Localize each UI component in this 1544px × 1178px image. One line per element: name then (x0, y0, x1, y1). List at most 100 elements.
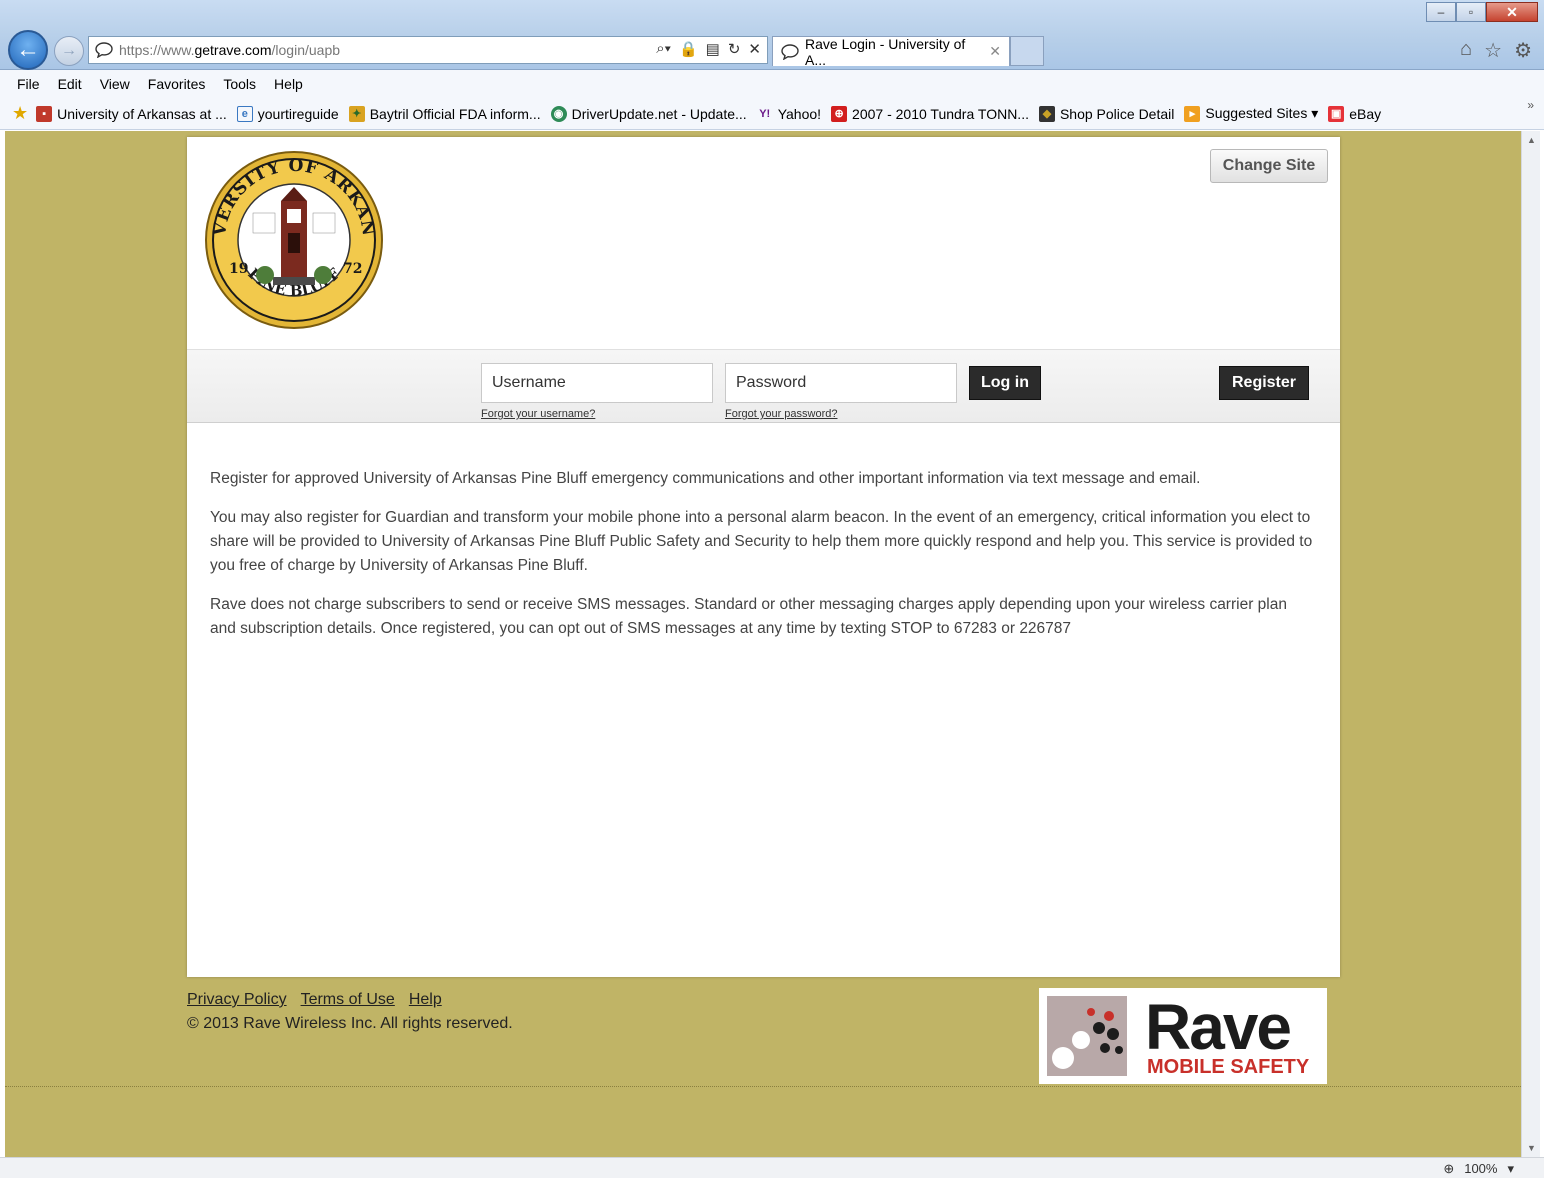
menu-bar: File Edit View Favorites Tools Help (0, 70, 1544, 98)
url-scheme: https://www. (119, 42, 195, 58)
baytril-favicon-icon: ✦ (348, 105, 365, 122)
gear-icon[interactable]: ⚙ (1514, 38, 1532, 63)
favorite-yourtireguide[interactable]: e yourtireguide (236, 105, 339, 122)
address-tools: ⌕▾ 🔒 ▤ ↻ ✕ (656, 40, 761, 58)
close-window-button[interactable]: ✕ (1486, 2, 1538, 22)
close-tab-icon[interactable]: ✕ (989, 43, 1001, 60)
info-paragraph: Rave does not charge subscribers to send… (210, 596, 1287, 637)
password-input[interactable] (725, 363, 957, 403)
tab-title: Rave Login - University of A... (805, 35, 966, 68)
rave-dots-icon (1047, 996, 1127, 1076)
menu-edit[interactable]: Edit (58, 76, 82, 92)
compat-view-icon[interactable]: ▤ (706, 40, 720, 58)
rave-mobile-safety-logo: Rave MOBILE SAFETY (1039, 988, 1327, 1084)
terms-of-use-link[interactable]: Terms of Use (301, 991, 395, 1009)
browser-right-icons: ⌂ ☆ ⚙ (1460, 38, 1532, 63)
login-bar: Forgot your username? Forgot your passwo… (187, 349, 1340, 423)
footer-links: Privacy Policy Terms of Use Help (187, 991, 442, 1009)
info-text: Register for approved University of Arka… (210, 467, 1315, 656)
forgot-password-link[interactable]: Forgot your password? (725, 408, 838, 420)
minimize-icon: – (1437, 5, 1445, 19)
footer-divider (5, 1086, 1521, 1087)
change-site-button[interactable]: Change Site (1210, 149, 1328, 183)
minimize-button[interactable]: – (1426, 2, 1456, 22)
login-card: Change Site UNIVERSITY OF ARKANSAS PINE … (187, 137, 1340, 977)
favorite-label: University of Arkansas at ... (57, 105, 227, 122)
favorite-driverupdate[interactable]: ◉ DriverUpdate.net - Update... (550, 105, 747, 122)
zoom-control[interactable]: ⊕ 100% ▾ (1443, 1161, 1514, 1177)
add-favorites-star-icon[interactable]: ★ (12, 103, 28, 124)
status-bar: ⊕ 100% ▾ (0, 1157, 1544, 1178)
rave-wordmark: Rave (1145, 991, 1292, 1063)
favorite-yahoo[interactable]: Y! Yahoo! (757, 106, 821, 122)
stop-icon[interactable]: ✕ (748, 40, 761, 58)
seal-right-number: 72 (343, 261, 362, 277)
help-link[interactable]: Help (409, 991, 442, 1009)
url-path: /login/uapb (271, 42, 341, 58)
restore-icon: ▫ (1468, 5, 1474, 19)
favorite-label: Yahoo! (777, 105, 822, 122)
username-input[interactable] (481, 363, 713, 403)
chevron-right-icon[interactable]: » (1527, 98, 1534, 112)
zoom-level: 100% (1464, 1161, 1498, 1176)
police-shop-icon: ◆ (1038, 105, 1055, 122)
favorite-tundra[interactable]: ⊕ 2007 - 2010 Tundra TONN... (831, 105, 1029, 122)
ie-page-icon: e (236, 105, 253, 122)
menu-favorites[interactable]: Favorites (148, 76, 206, 92)
forgot-username-link[interactable]: Forgot your username? (481, 408, 595, 420)
suggested-sites-icon: ▸ (1184, 105, 1201, 122)
toyota-icon: ⊕ (831, 105, 848, 122)
favorite-label: 2007 - 2010 Tundra TONN... (852, 105, 1029, 122)
address-bar[interactable]: https://www.getrave.com/login/uapb ⌕▾ 🔒 … (88, 36, 768, 64)
seal-left-number: 19 (229, 261, 248, 277)
info-paragraph: Register for approved University of Arka… (210, 470, 1201, 487)
copyright-text: © 2013 Rave Wireless Inc. All rights res… (187, 1015, 513, 1032)
refresh-icon[interactable]: ↻ (728, 40, 741, 58)
arrow-right-icon: → (61, 42, 77, 59)
lock-icon[interactable]: 🔒 (679, 40, 698, 58)
yahoo-icon: Y! (759, 107, 771, 120)
menu-tools[interactable]: Tools (223, 76, 256, 92)
uapb-favicon-icon: ▪ (36, 105, 53, 122)
favorites-star-icon[interactable]: ☆ (1484, 38, 1502, 63)
close-icon: ✕ (1506, 3, 1518, 20)
favorite-shop-police[interactable]: ◆ Shop Police Detail (1038, 105, 1175, 122)
back-button[interactable]: ← (8, 30, 48, 70)
search-icon[interactable]: ⌕▾ (656, 40, 671, 58)
restore-button[interactable]: ▫ (1456, 2, 1486, 22)
login-button[interactable]: Log in (969, 366, 1041, 400)
forward-button[interactable]: → (54, 36, 84, 66)
scroll-down-icon[interactable]: ▼ (1522, 1139, 1541, 1157)
vertical-scrollbar[interactable]: ▲ ▼ (1521, 131, 1540, 1157)
globe-icon: ◉ (550, 105, 567, 122)
privacy-policy-link[interactable]: Privacy Policy (187, 991, 287, 1009)
favorite-baytril[interactable]: ✦ Baytril Official FDA inform... (348, 105, 541, 122)
chevron-down-icon[interactable]: ▾ (1507, 1161, 1514, 1177)
zoom-magnifier-icon: ⊕ (1443, 1161, 1455, 1176)
favorite-suggested-sites[interactable]: ▸ Suggested Sites ▾ (1184, 105, 1318, 122)
menu-help[interactable]: Help (274, 76, 303, 92)
favorite-ebay[interactable]: ▣ eBay (1328, 105, 1382, 122)
scroll-up-icon[interactable]: ▲ (1522, 131, 1541, 149)
new-tab-button[interactable] (1010, 36, 1044, 66)
university-seal-logo: UNIVERSITY OF ARKANSAS PINE BLUFF 19 72 (203, 149, 383, 329)
favorite-label: Baytril Official FDA inform... (369, 105, 541, 122)
favorite-label: yourtireguide (257, 105, 339, 122)
favorites-bar: ★ ▪ University of Arkansas at ... e your… (0, 98, 1544, 130)
active-tab[interactable]: Rave Login - University of A... ✕ (772, 35, 1010, 68)
favorite-label: Suggested Sites ▾ (1205, 105, 1319, 121)
home-icon[interactable]: ⌂ (1460, 38, 1472, 63)
favorite-uapb[interactable]: ▪ University of Arkansas at ... (36, 105, 227, 122)
rave-tagline: MOBILE SAFETY (1147, 1056, 1310, 1078)
register-button[interactable]: Register (1219, 366, 1309, 400)
url-text: https://www.getrave.com/login/uapb (119, 42, 340, 58)
menu-view[interactable]: View (100, 76, 130, 92)
tab-bubble-icon (781, 43, 799, 60)
favorite-label: eBay (1349, 105, 1382, 122)
info-paragraph: You may also register for Guardian and t… (210, 509, 1313, 574)
favorite-label: Shop Police Detail (1059, 105, 1175, 122)
browser-titlebar: – ▫ ✕ ← → https://www.getrave.com/login/… (0, 0, 1544, 70)
ebay-icon: ▣ (1328, 105, 1345, 122)
window-controls: – ▫ ✕ (1426, 2, 1538, 22)
menu-file[interactable]: File (17, 76, 40, 92)
